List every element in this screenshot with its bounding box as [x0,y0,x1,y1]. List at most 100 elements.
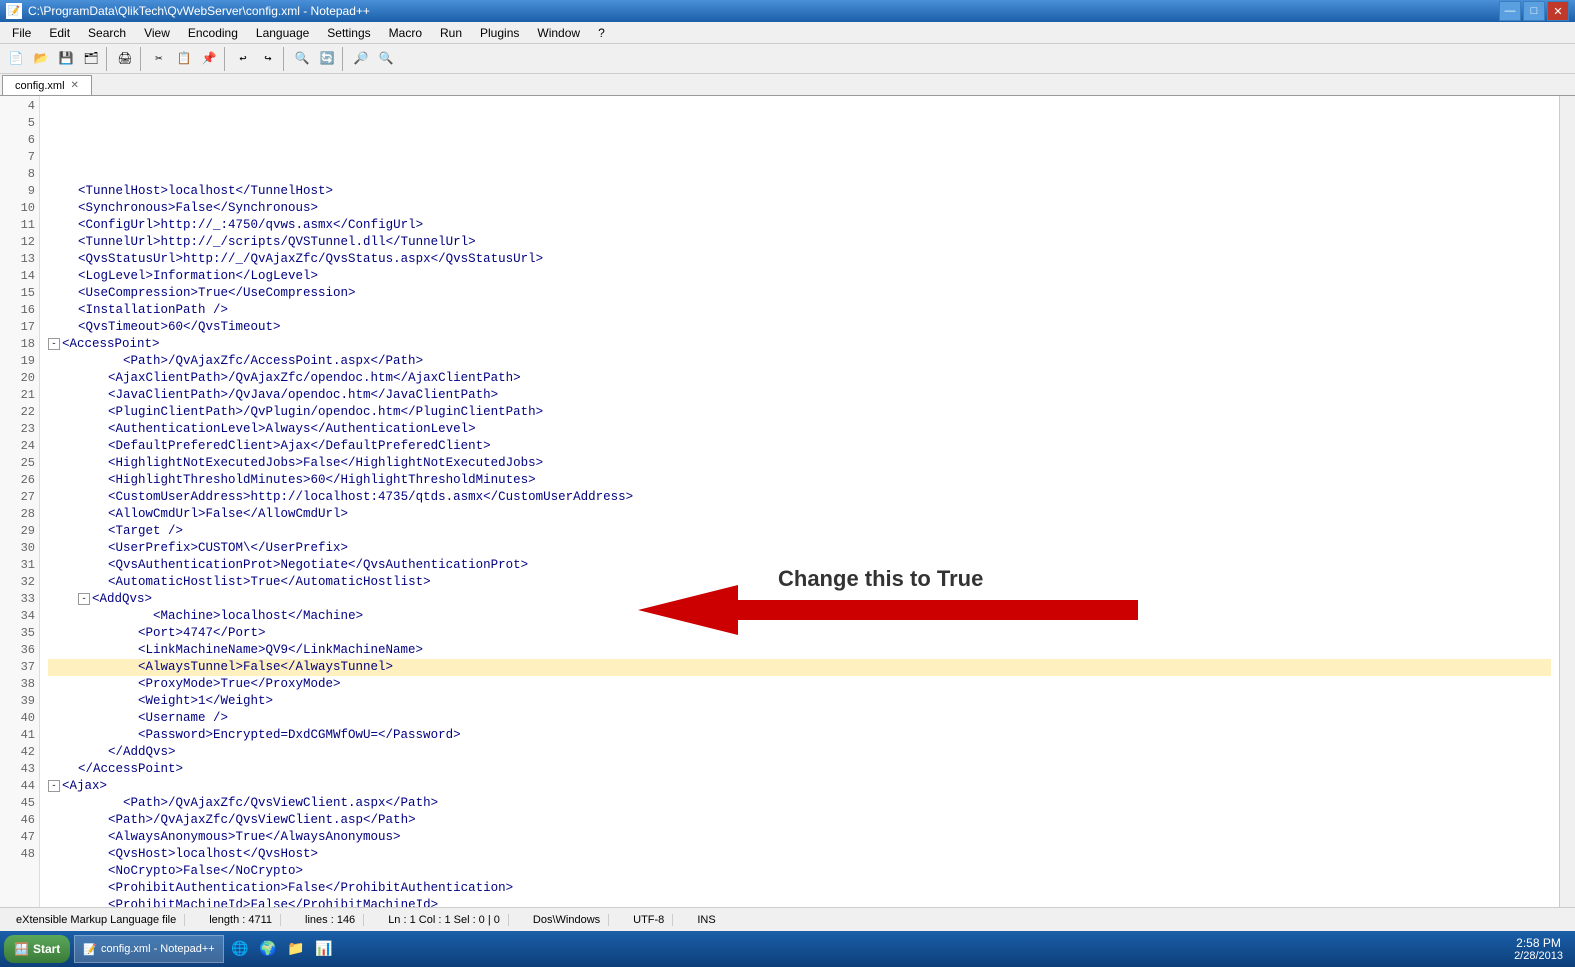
redo-button[interactable]: ↪ [256,47,280,71]
code-line-18: <AuthenticationLevel>Always</Authenticat… [48,421,1551,438]
code-line-23: <AllowCmdUrl>False</AllowCmdUrl> [48,506,1551,523]
menu-encoding[interactable]: Encoding [180,24,246,42]
tab-close-icon[interactable]: ✕ [71,80,79,91]
code-line-24: <Target /> [48,523,1551,540]
code-line-7: <TunnelUrl>http://_/scripts/QVSTunnel.dl… [48,234,1551,251]
status-position: Ln : 1 Col : 1 Sel : 0 | 0 [380,914,509,926]
undo-button[interactable]: ↩ [231,47,255,71]
code-line-29: <Machine>localhost</Machine> [48,608,1551,625]
code-line-6: <ConfigUrl>http://_:4750/qvws.asmx</Conf… [48,217,1551,234]
notepad-label: config.xml - Notepad++ [101,943,215,955]
zoom-in-button[interactable]: 🔎 [349,47,373,71]
taskbar: 🪟 Start 📝 config.xml - Notepad++ 🌐 🌍 📁 📊… [0,931,1575,967]
menu-run[interactable]: Run [432,24,470,42]
collapse-icon-13[interactable]: - [48,338,60,350]
close-button[interactable]: ✕ [1547,1,1569,21]
code-line-38: </AccessPoint> [48,761,1551,778]
code-line-13: -<AccessPoint> [48,336,1551,353]
taskbar-chart-icon[interactable]: 📊 [312,937,336,961]
tab-label: config.xml [15,80,65,92]
menu-view[interactable]: View [136,24,178,42]
code-line-28: -<AddQvs> [48,591,1551,608]
tab-bar: config.xml ✕ [0,74,1575,96]
taskbar-network-icon[interactable]: 🌍 [256,937,280,961]
save-all-button[interactable]: 🗂 [79,47,103,71]
code-line-34: <Weight>1</Weight> [48,693,1551,710]
menu-window[interactable]: Window [529,24,588,42]
copy-button[interactable]: 📋 [172,47,196,71]
code-line-30: <Port>4747</Port> [48,625,1551,642]
print-button[interactable]: 🖨 [113,47,137,71]
menu-macro[interactable]: Macro [381,24,430,42]
find-button[interactable]: 🔍 [290,47,314,71]
code-line-22: <CustomUserAddress>http://localhost:4735… [48,489,1551,506]
code-editor[interactable]: <TunnelHost>localhost</TunnelHost> <Sync… [40,96,1559,943]
menu-settings[interactable]: Settings [319,24,378,42]
taskbar-ie-icon[interactable]: 🌐 [228,937,252,961]
taskbar-clock: 2:58 PM 2/28/2013 [1514,936,1571,962]
taskbar-notepad[interactable]: 📝 config.xml - Notepad++ [74,935,223,963]
code-line-10: <UseCompression>True</UseCompression> [48,285,1551,302]
code-line-40: <Path>/QvAjaxZfc/QvsViewClient.aspx</Pat… [48,795,1551,812]
code-line-36: <Password>Encrypted=DxdCGMWfOwU=</Passwo… [48,727,1551,744]
clock-time: 2:58 PM [1514,936,1563,950]
code-line-16: <JavaClientPath>/QvJava/opendoc.htm</Jav… [48,387,1551,404]
title-bar: 📝 C:\ProgramData\QlikTech\QvWebServer\co… [0,0,1575,22]
toolbar-sep-4 [283,47,287,71]
status-lines: lines : 146 [297,914,364,926]
code-line-35: <Username /> [48,710,1551,727]
menu-search[interactable]: Search [80,24,134,42]
code-line-14: <Path>/QvAjaxZfc/AccessPoint.aspx</Path> [48,353,1551,370]
toolbar-sep-5 [342,47,346,71]
menu-language[interactable]: Language [248,24,317,42]
status-file-type: eXtensible Markup Language file [8,914,185,926]
code-line-31: <LinkMachineName>QV9</LinkMachineName> [48,642,1551,659]
code-line-11: <InstallationPath /> [48,302,1551,319]
status-length: length : 4711 [201,914,281,926]
status-encoding: UTF-8 [625,914,673,926]
start-button[interactable]: 🪟 Start [4,935,70,963]
minimize-button[interactable]: — [1499,1,1521,21]
window-title: C:\ProgramData\QlikTech\QvWebServer\conf… [28,4,370,18]
collapse-icon-28[interactable]: - [78,593,90,605]
paste-button[interactable]: 📌 [197,47,221,71]
line-numbers: 4567891011121314151617181920212223242526… [0,96,40,943]
save-file-button[interactable]: 💾 [54,47,78,71]
code-line-45: <ProhibitAuthentication>False</ProhibitA… [48,880,1551,897]
code-line-5: <Synchronous>False</Synchronous> [48,200,1551,217]
code-line-17: <PluginClientPath>/QvPlugin/opendoc.htm<… [48,404,1551,421]
code-line-25: <UserPrefix>CUSTOM\</UserPrefix> [48,540,1551,557]
vertical-scrollbar[interactable] [1559,96,1575,943]
open-file-button[interactable]: 📂 [29,47,53,71]
toolbar-sep-2 [140,47,144,71]
menu-edit[interactable]: Edit [41,24,78,42]
status-insert-mode: INS [689,914,723,926]
menu-plugins[interactable]: Plugins [472,24,527,42]
replace-button[interactable]: 🔄 [315,47,339,71]
menu-help[interactable]: ? [590,24,613,42]
new-file-button[interactable]: 📄 [4,47,28,71]
zoom-out-button[interactable]: 🔍 [374,47,398,71]
app-icon: 📝 [6,3,22,19]
start-label: Start [33,942,60,956]
code-line-19: <DefaultPreferedClient>Ajax</DefaultPref… [48,438,1551,455]
code-line-27: <AutomaticHostlist>True</AutomaticHostli… [48,574,1551,591]
toolbar-sep-3 [224,47,228,71]
collapse-icon-39[interactable]: - [48,780,60,792]
tab-config-xml[interactable]: config.xml ✕ [2,75,92,95]
code-line-32: <AlwaysTunnel>False</AlwaysTunnel> [48,659,1551,676]
code-line-26: <QvsAuthenticationProt>Negotiate</QvsAut… [48,557,1551,574]
toolbar-sep-1 [106,47,110,71]
code-line-4: <TunnelHost>localhost</TunnelHost> [48,183,1551,200]
code-line-9: <LogLevel>Information</LogLevel> [48,268,1551,285]
cut-button[interactable]: ✂ [147,47,171,71]
clock-date: 2/28/2013 [1514,950,1563,962]
taskbar-folder-icon[interactable]: 📁 [284,937,308,961]
code-line-21: <HighlightThresholdMinutes>60</Highlight… [48,472,1551,489]
start-icon: 🪟 [14,942,29,956]
maximize-button[interactable]: □ [1523,1,1545,21]
code-line-8: <QvsStatusUrl>http://_/QvAjaxZfc/QvsStat… [48,251,1551,268]
menu-file[interactable]: File [4,24,39,42]
code-line-42: <AlwaysAnonymous>True</AlwaysAnonymous> [48,829,1551,846]
status-line-ending: Dos\Windows [525,914,609,926]
